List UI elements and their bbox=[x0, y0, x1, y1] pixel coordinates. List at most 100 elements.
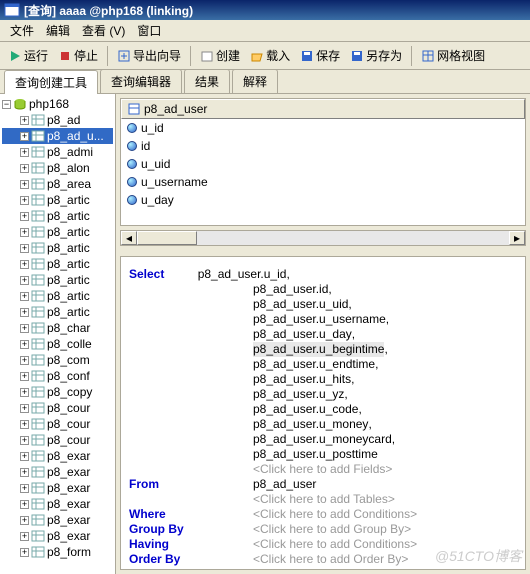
expand-icon[interactable]: + bbox=[20, 372, 29, 381]
select-field-row[interactable]: p8_ad_user.u_uid , bbox=[129, 297, 517, 312]
tree-node[interactable]: +p8_exar bbox=[2, 480, 113, 496]
tree-node[interactable]: +p8_admi bbox=[2, 144, 113, 160]
tree-node[interactable]: +p8_artic bbox=[2, 256, 113, 272]
saveas-button[interactable]: 另存为 bbox=[346, 45, 406, 66]
tree-node[interactable]: +p8_artic bbox=[2, 272, 113, 288]
tree-node[interactable]: +p8_char bbox=[2, 320, 113, 336]
column-item[interactable]: u_id bbox=[121, 119, 525, 137]
tree-node[interactable]: +p8_exar bbox=[2, 448, 113, 464]
select-field-row[interactable]: p8_ad_user.u_money , bbox=[129, 417, 517, 432]
menu-file[interactable]: 文件 bbox=[4, 20, 40, 41]
expand-icon[interactable]: + bbox=[20, 548, 29, 557]
load-button[interactable]: 载入 bbox=[246, 45, 294, 66]
column-item[interactable]: id bbox=[121, 137, 525, 155]
expand-icon[interactable]: + bbox=[20, 404, 29, 413]
select-field-row[interactable]: p8_ad_user.u_moneycard , bbox=[129, 432, 517, 447]
tree-node[interactable]: +p8_artic bbox=[2, 240, 113, 256]
column-item[interactable]: u_username bbox=[121, 173, 525, 191]
tree-node[interactable]: +p8_artic bbox=[2, 224, 113, 240]
select-field-row[interactable]: p8_ad_user.u_posttime bbox=[129, 447, 517, 462]
select-field-row[interactable]: Select p8_ad_user.u_id , bbox=[129, 267, 517, 282]
tree-node[interactable]: +p8_exar bbox=[2, 528, 113, 544]
expand-icon[interactable]: + bbox=[20, 260, 29, 269]
tree-root[interactable]: − php168 bbox=[2, 96, 113, 112]
expand-icon[interactable]: + bbox=[20, 532, 29, 541]
tree-node[interactable]: +p8_ad bbox=[2, 112, 113, 128]
expand-icon[interactable]: + bbox=[20, 484, 29, 493]
tree-node[interactable]: +p8_cour bbox=[2, 416, 113, 432]
tree-node[interactable]: +p8_exar bbox=[2, 464, 113, 480]
columns-hscroll[interactable]: ◂ ▸ bbox=[120, 230, 526, 246]
expand-icon[interactable]: + bbox=[20, 436, 29, 445]
menu-window[interactable]: 窗口 bbox=[131, 20, 167, 41]
expand-icon[interactable]: + bbox=[20, 500, 29, 509]
expand-icon[interactable]: + bbox=[20, 356, 29, 365]
select-field-row[interactable]: p8_ad_user.u_endtime , bbox=[129, 357, 517, 372]
splitter[interactable] bbox=[116, 246, 530, 252]
add-tables-hint[interactable]: <Click here to add Tables> bbox=[253, 492, 395, 507]
tree-node[interactable]: +p8_ad_u... bbox=[2, 128, 113, 144]
columns-header[interactable]: p8_ad_user bbox=[121, 99, 525, 119]
expand-icon[interactable]: + bbox=[20, 324, 29, 333]
tree-node[interactable]: +p8_colle bbox=[2, 336, 113, 352]
tree-node[interactable]: +p8_exar bbox=[2, 512, 113, 528]
tab-result[interactable]: 结果 bbox=[184, 69, 230, 93]
gridview-button[interactable]: 网格视图 bbox=[417, 45, 489, 66]
run-button[interactable]: 运行 bbox=[4, 45, 52, 66]
tree-node[interactable]: +p8_form bbox=[2, 544, 113, 560]
menu-view[interactable]: 查看 (V) bbox=[76, 20, 131, 41]
column-item[interactable]: u_day bbox=[121, 191, 525, 209]
add-fields-hint[interactable]: <Click here to add Fields> bbox=[253, 462, 392, 477]
column-item[interactable]: u_uid bbox=[121, 155, 525, 173]
tree-node[interactable]: +p8_conf bbox=[2, 368, 113, 384]
tree-node[interactable]: +p8_alon bbox=[2, 160, 113, 176]
select-field-row[interactable]: p8_ad_user.u_hits , bbox=[129, 372, 517, 387]
collapse-icon[interactable]: − bbox=[2, 100, 11, 109]
expand-icon[interactable]: + bbox=[20, 148, 29, 157]
select-field-row[interactable]: p8_ad_user.u_yz , bbox=[129, 387, 517, 402]
expand-icon[interactable]: + bbox=[20, 212, 29, 221]
expand-icon[interactable]: + bbox=[20, 516, 29, 525]
expand-icon[interactable]: + bbox=[20, 132, 29, 141]
expand-icon[interactable]: + bbox=[20, 452, 29, 461]
tab-builder[interactable]: 查询创建工具 bbox=[4, 70, 98, 94]
tree-node[interactable]: +p8_artic bbox=[2, 208, 113, 224]
tab-editor[interactable]: 查询编辑器 bbox=[100, 69, 182, 93]
tab-explain[interactable]: 解释 bbox=[232, 69, 278, 93]
tree-node[interactable]: +p8_artic bbox=[2, 192, 113, 208]
tree-node[interactable]: +p8_copy bbox=[2, 384, 113, 400]
select-field-row[interactable]: p8_ad_user.u_begintime , bbox=[129, 342, 517, 357]
tree-node[interactable]: +p8_cour bbox=[2, 432, 113, 448]
expand-icon[interactable]: + bbox=[20, 276, 29, 285]
select-field-row[interactable]: p8_ad_user.u_code , bbox=[129, 402, 517, 417]
expand-icon[interactable]: + bbox=[20, 388, 29, 397]
expand-icon[interactable]: + bbox=[20, 468, 29, 477]
expand-icon[interactable]: + bbox=[20, 196, 29, 205]
tree-node[interactable]: +p8_com bbox=[2, 352, 113, 368]
expand-icon[interactable]: + bbox=[20, 164, 29, 173]
expand-icon[interactable]: + bbox=[20, 340, 29, 349]
stop-button[interactable]: 停止 bbox=[54, 45, 102, 66]
expand-icon[interactable]: + bbox=[20, 228, 29, 237]
expand-icon[interactable]: + bbox=[20, 308, 29, 317]
tree-node[interactable]: +p8_area bbox=[2, 176, 113, 192]
expand-icon[interactable]: + bbox=[20, 420, 29, 429]
create-button[interactable]: 创建 bbox=[196, 45, 244, 66]
scroll-right-icon[interactable]: ▸ bbox=[509, 231, 525, 245]
tree-node[interactable]: +p8_artic bbox=[2, 288, 113, 304]
select-field-row[interactable]: p8_ad_user.u_day , bbox=[129, 327, 517, 342]
export-button[interactable]: 导出向导 bbox=[113, 45, 185, 66]
scroll-thumb[interactable] bbox=[137, 231, 197, 245]
select-field-row[interactable]: p8_ad_user.id , bbox=[129, 282, 517, 297]
expand-icon[interactable]: + bbox=[20, 292, 29, 301]
expand-icon[interactable]: + bbox=[20, 244, 29, 253]
expand-icon[interactable]: + bbox=[20, 180, 29, 189]
tree-node[interactable]: +p8_artic bbox=[2, 304, 113, 320]
scroll-left-icon[interactable]: ◂ bbox=[121, 231, 137, 245]
tree-node[interactable]: +p8_cour bbox=[2, 400, 113, 416]
expand-icon[interactable]: + bbox=[20, 116, 29, 125]
save-button[interactable]: 保存 bbox=[296, 45, 344, 66]
menu-edit[interactable]: 编辑 bbox=[40, 20, 76, 41]
tree-node[interactable]: +p8_exar bbox=[2, 496, 113, 512]
select-field-row[interactable]: p8_ad_user.u_username , bbox=[129, 312, 517, 327]
